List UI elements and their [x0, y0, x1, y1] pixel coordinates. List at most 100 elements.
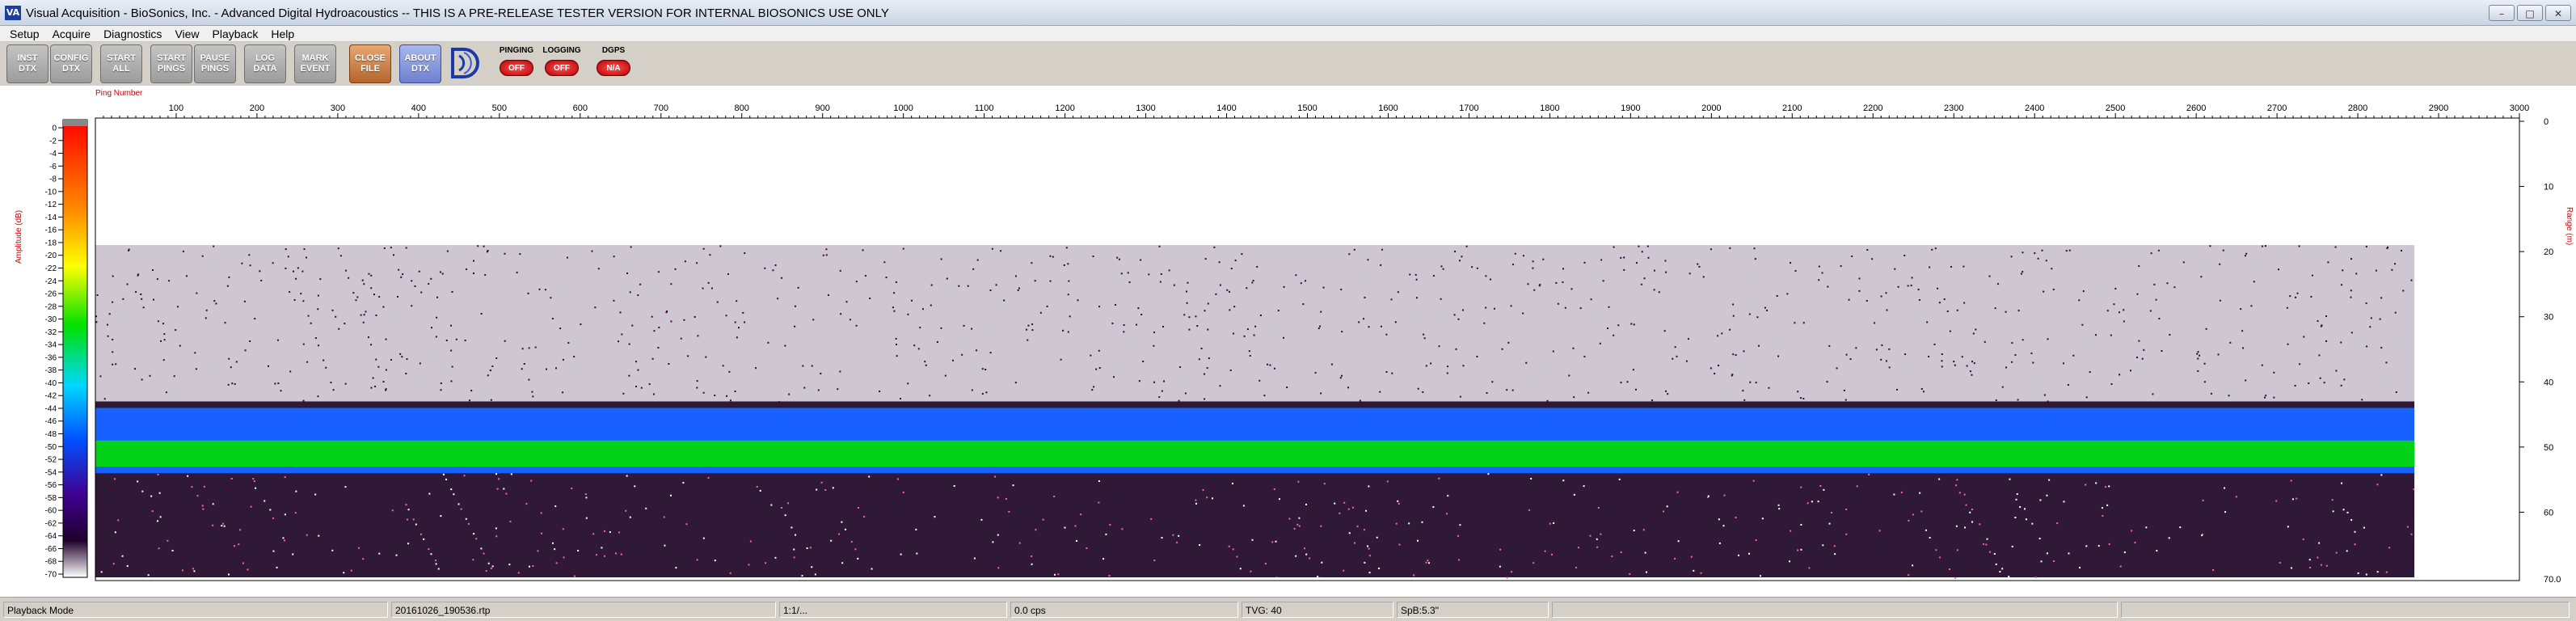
scatter-speck	[559, 327, 562, 330]
mark-event-button[interactable]: MARK EVENT	[294, 44, 336, 83]
noise-speck	[1808, 567, 1811, 569]
noise-speck	[2296, 497, 2298, 500]
noise-speck	[1596, 538, 1598, 540]
x-tick-label: 1600	[1378, 104, 1398, 113]
scatter-speck	[2380, 347, 2383, 349]
scatter-speck	[523, 362, 525, 365]
scatter-speck	[1409, 273, 1411, 276]
scatter-speck	[2005, 366, 2008, 369]
scatter-speck	[1188, 328, 1191, 331]
scatter-speck	[621, 333, 623, 336]
noise-speck	[1830, 512, 1832, 514]
noise-speck	[1397, 500, 1399, 502]
scatter-speck	[1880, 295, 1882, 298]
scatter-speck	[1886, 309, 1888, 311]
menu-acquire[interactable]: Acquire	[46, 27, 97, 40]
scatter-speck	[1994, 307, 1996, 310]
log-data-button[interactable]: LOG DATA	[244, 44, 286, 83]
scatter-speck	[925, 364, 927, 366]
noise-speck	[405, 504, 407, 506]
scatter-speck	[1888, 348, 1891, 350]
noise-speck	[1925, 529, 1927, 531]
scatter-speck	[991, 247, 993, 250]
scatter-speck	[521, 348, 524, 350]
color-tick-label: -52	[45, 456, 57, 465]
scatter-speck	[562, 391, 564, 394]
menu-playback[interactable]: Playback	[206, 27, 265, 40]
color-tick-label: -10	[45, 188, 57, 196]
noise-speck	[2108, 485, 2110, 488]
scatter-speck	[1486, 391, 1488, 394]
scatter-speck	[414, 285, 416, 288]
inst-dtx-button[interactable]: INST DTX	[6, 44, 48, 83]
scatter-speck	[657, 271, 660, 273]
noise-speck	[1912, 564, 1914, 567]
scatter-speck	[1797, 391, 1799, 393]
noise-speck	[2365, 573, 2367, 576]
menu-view[interactable]: View	[168, 27, 205, 40]
y-tick-label: 50	[2544, 443, 2553, 453]
scatter-speck	[2327, 261, 2329, 264]
scatter-speck	[940, 327, 942, 329]
close-file-button[interactable]: CLOSE FILE	[349, 44, 391, 83]
about-dtx-button[interactable]: ABOUT DTX	[399, 44, 441, 83]
scatter-speck	[1641, 251, 1643, 253]
minimize-button[interactable]: –	[2489, 5, 2515, 21]
scatter-speck	[1258, 379, 1261, 382]
scatter-speck	[1777, 355, 1780, 357]
scatter-speck	[2020, 272, 2022, 275]
biosonics-logo-icon[interactable]	[446, 44, 483, 82]
scatter-speck	[930, 284, 933, 286]
scatter-speck	[1017, 289, 1019, 291]
noise-speck	[2350, 519, 2353, 522]
noise-speck	[187, 475, 189, 477]
noise-speck	[563, 556, 565, 559]
noise-speck	[1321, 561, 1323, 564]
menu-setup[interactable]: Setup	[3, 27, 46, 40]
scatter-speck	[345, 269, 348, 272]
scatter-speck	[1971, 374, 1973, 376]
scatter-speck	[1676, 355, 1678, 357]
scatter-speck	[794, 305, 796, 307]
close-window-button[interactable]: ✕	[2545, 5, 2571, 21]
noise-speck	[795, 534, 797, 536]
noise-speck	[620, 553, 622, 556]
scatter-speck	[2169, 334, 2171, 336]
noise-speck	[615, 552, 618, 555]
noise-speck	[112, 563, 115, 565]
scatter-speck	[1483, 322, 1486, 324]
scatter-speck	[363, 314, 365, 316]
scatter-speck	[314, 337, 317, 340]
scatter-speck	[2210, 392, 2212, 395]
scatter-speck	[1018, 287, 1020, 289]
scatter-speck	[227, 383, 230, 386]
scatter-speck	[215, 302, 217, 305]
scatter-speck	[1931, 248, 1933, 251]
echogram-chart[interactable]: 100 200 300 400 500 600 700 800 900 1000 1100 1200 1…	[0, 86, 2576, 597]
scatter-speck	[1423, 337, 1426, 340]
scatter-speck	[1946, 310, 1949, 313]
start-pings-button[interactable]: START PINGS	[150, 44, 192, 83]
pause-pings-button[interactable]: PAUSE PINGS	[194, 44, 236, 83]
noise-speck	[634, 485, 636, 488]
scatter-speck	[1065, 247, 1068, 249]
scatter-speck	[2325, 340, 2328, 342]
noise-speck	[854, 548, 857, 551]
scatter-speck	[390, 247, 392, 249]
noise-speck	[1893, 493, 1895, 496]
maximize-button[interactable]: □	[2517, 5, 2543, 21]
scatter-speck	[1031, 323, 1034, 326]
noise-speck	[816, 488, 818, 491]
scatter-speck	[855, 281, 858, 283]
menu-help[interactable]: Help	[264, 27, 301, 40]
scatter-speck	[1920, 387, 1923, 390]
start-all-button[interactable]: START ALL	[100, 44, 142, 83]
scatter-speck	[864, 275, 866, 277]
scatter-speck	[895, 281, 897, 283]
scatter-speck	[1646, 245, 1649, 247]
noise-speck	[201, 505, 204, 507]
config-dtx-button[interactable]: CONFIG DTX	[50, 44, 92, 83]
menu-diagnostics[interactable]: Diagnostics	[97, 27, 168, 40]
scatter-speck	[1904, 353, 1907, 356]
color-tick-label: -62	[45, 519, 57, 528]
